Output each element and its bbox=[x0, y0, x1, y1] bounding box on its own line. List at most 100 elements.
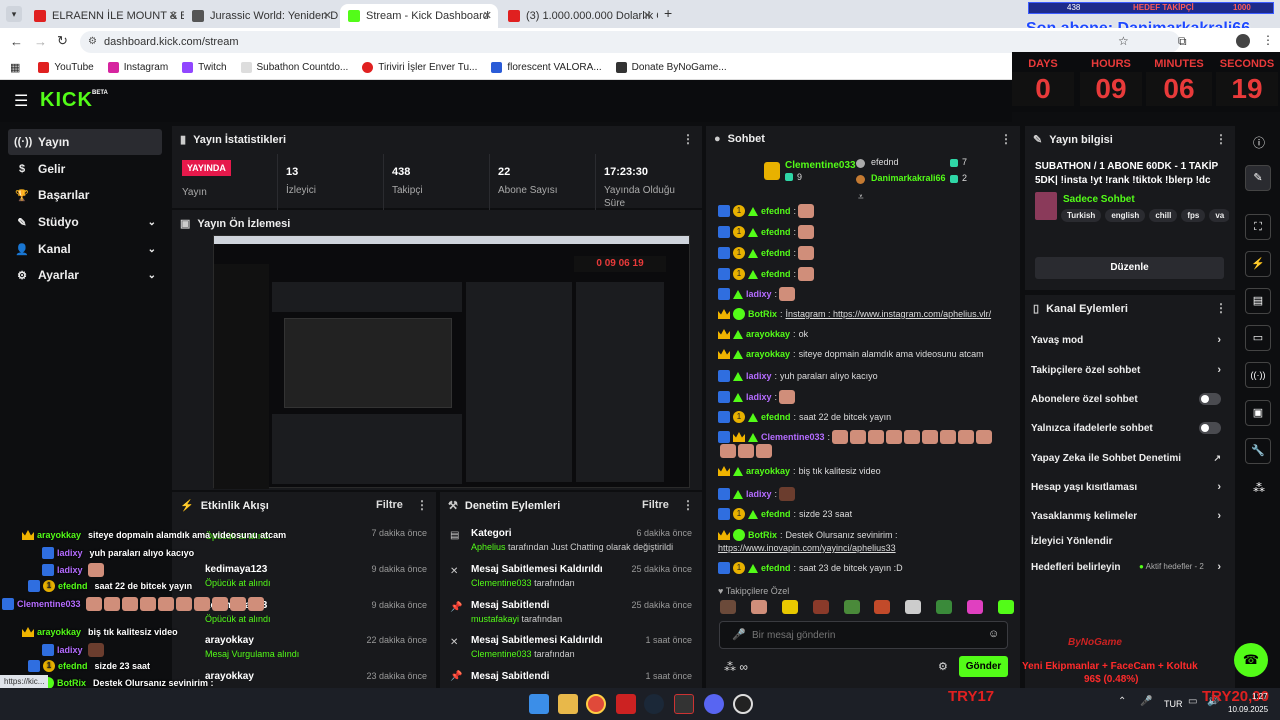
more-options-icon[interactable]: ⋮ bbox=[682, 498, 694, 512]
emote-only-toggle[interactable] bbox=[1199, 422, 1221, 434]
forward-icon[interactable]: → bbox=[34, 34, 47, 49]
close-icon[interactable]: ✕ bbox=[643, 9, 652, 22]
close-icon[interactable]: ✕ bbox=[483, 9, 492, 22]
wrench-icon[interactable]: 🔧 bbox=[1245, 438, 1271, 464]
tag-chip[interactable]: fps bbox=[1181, 209, 1206, 222]
stream-preview-video[interactable]: 0 09 06 19 bbox=[213, 235, 690, 489]
action-account-age[interactable]: Hesap yaşı kısıtlaması › bbox=[1031, 478, 1221, 496]
sidebar-item-basarilar[interactable]: 🏆 Başarılar bbox=[8, 182, 162, 208]
back-icon[interactable]: ← bbox=[10, 34, 23, 49]
monitor-icon[interactable]: ▣ bbox=[1245, 400, 1271, 426]
sidebar-item-ayarlar[interactable]: ⚙ Ayarlar ⌄ bbox=[8, 262, 162, 288]
sidebar-item-yayin[interactable]: ((·)) Yayın bbox=[8, 129, 162, 155]
action-followers-only[interactable]: Takipçilere özel sohbet › bbox=[1031, 361, 1221, 379]
chat-link[interactable]: https://www.inovapin.com/yayinci/apheliu… bbox=[718, 543, 896, 553]
moderation-filter-button[interactable]: Filtre bbox=[642, 499, 669, 511]
expand-chevron-icon[interactable]: ⩡ bbox=[858, 192, 864, 203]
kick-logo[interactable]: KICK bbox=[40, 89, 93, 112]
tab-list-icon[interactable]: ▾ bbox=[6, 6, 22, 22]
bookmark-youtube[interactable]: YouTube bbox=[38, 62, 94, 73]
obs-icon[interactable] bbox=[733, 694, 753, 714]
action-banned-words[interactable]: Yasaklanmış kelimeler › bbox=[1031, 507, 1221, 525]
tray-chevron-icon[interactable]: ⌃ bbox=[1118, 696, 1126, 707]
more-options-icon[interactable]: ⋮ bbox=[1215, 301, 1227, 315]
chat-settings-icon[interactable]: ⚙ bbox=[938, 660, 948, 673]
subs-only-toggle[interactable] bbox=[1199, 393, 1221, 405]
browser-tab-1[interactable]: ELRAENN İLE MOUNT & BLADE ✕ bbox=[26, 4, 184, 28]
bookmark-subathon[interactable]: Subathon Countdo... bbox=[240, 62, 348, 73]
bookmark-donate[interactable]: Donate ByNoGame... bbox=[615, 62, 727, 73]
chat-icon[interactable]: ▭ bbox=[1245, 325, 1271, 351]
close-icon[interactable]: ✕ bbox=[323, 9, 332, 22]
emote-icon[interactable] bbox=[812, 600, 829, 614]
emote-icon[interactable] bbox=[905, 600, 922, 614]
windows-start-icon[interactable] bbox=[529, 694, 549, 714]
emote-icon[interactable] bbox=[843, 600, 860, 614]
app-icon[interactable] bbox=[616, 694, 636, 714]
emote-icon[interactable] bbox=[936, 600, 953, 614]
extensions-icon[interactable]: ⧉ bbox=[1178, 34, 1187, 49]
site-info-icon[interactable]: ⚙ bbox=[88, 31, 97, 53]
sidebar-item-studyo[interactable]: ✎ Stüdyo ⌄ bbox=[8, 209, 162, 235]
emote-icon[interactable] bbox=[720, 600, 736, 614]
bookmark-instagram[interactable]: Instagram bbox=[107, 62, 168, 73]
app-icon[interactable] bbox=[674, 694, 694, 714]
close-icon[interactable]: ✕ bbox=[169, 9, 178, 22]
tag-chip[interactable]: Turkish bbox=[1061, 209, 1102, 222]
tag-chip[interactable]: english bbox=[1105, 209, 1146, 222]
steam-icon[interactable] bbox=[644, 694, 664, 714]
browser-tab-4[interactable]: (3) 1.000.000.000 Dolarlık Çikol ✕ bbox=[500, 4, 658, 28]
headset-support-icon[interactable]: ☎ bbox=[1234, 643, 1268, 677]
category-name[interactable]: Sadece Sohbet bbox=[1063, 194, 1135, 205]
chrome-icon[interactable] bbox=[586, 694, 606, 714]
file-explorer-icon[interactable] bbox=[558, 694, 578, 714]
clock-date[interactable]: 10.09.2025 bbox=[1228, 705, 1268, 714]
activity-filter-button[interactable]: Filtre bbox=[376, 499, 403, 511]
hamburger-menu-icon[interactable]: ☰ bbox=[14, 91, 28, 111]
bookmark-tiriviri[interactable]: Tiriviri İşler Enver Tu... bbox=[362, 62, 477, 73]
url-field[interactable]: ⚙ dashboard.kick.com/stream bbox=[80, 31, 1180, 53]
browser-tab-2[interactable]: Jurassic World: Yeniden Doğuş ✕ bbox=[184, 4, 338, 28]
clock-time[interactable]: 1:27 bbox=[1252, 692, 1268, 701]
language-indicator[interactable]: TUR bbox=[1164, 699, 1183, 709]
emoji-icon[interactable]: ☺ bbox=[988, 628, 999, 640]
emote-icon[interactable] bbox=[781, 600, 798, 614]
more-options-icon[interactable]: ⋮ bbox=[682, 132, 694, 146]
discord-icon[interactable] bbox=[704, 694, 724, 714]
tag-chip[interactable]: chill bbox=[1149, 209, 1178, 222]
apps-icon[interactable]: ⁂ bbox=[1253, 481, 1265, 495]
document-icon[interactable]: ▤ bbox=[1245, 288, 1271, 314]
menu-icon[interactable]: ⋮ bbox=[1262, 33, 1274, 47]
lightning-icon[interactable]: ⚡ bbox=[1245, 251, 1271, 277]
reload-icon[interactable]: ↻ bbox=[57, 33, 68, 49]
browser-tab-3-active[interactable]: Stream - Kick Dashboard ✕ bbox=[340, 4, 498, 28]
emote-icon[interactable] bbox=[874, 600, 891, 614]
more-options-icon[interactable]: ⋮ bbox=[1000, 132, 1012, 146]
sidebar-item-gelir[interactable]: $ Gelir bbox=[8, 156, 162, 182]
send-button[interactable]: Gönder bbox=[959, 656, 1008, 677]
more-options-icon[interactable]: ⋮ bbox=[416, 498, 428, 512]
apps-grid-icon[interactable]: ▦ bbox=[10, 61, 20, 74]
bookmark-twitch[interactable]: Twitch bbox=[182, 62, 227, 73]
action-raid[interactable]: İzleyici Yönlendir bbox=[1031, 532, 1221, 550]
emote-icon[interactable] bbox=[750, 600, 767, 614]
fullscreen-icon[interactable]: ⛶ bbox=[1245, 214, 1271, 240]
new-tab-icon[interactable]: + bbox=[664, 5, 672, 21]
network-icon[interactable]: ▭ bbox=[1188, 696, 1197, 707]
mic-icon[interactable]: 🎤 bbox=[732, 628, 746, 641]
action-ai-moderation[interactable]: Yapay Zeka ile Sohbet Denetimi ↗ bbox=[1031, 449, 1221, 467]
broadcast-icon[interactable]: ((·)) bbox=[1245, 362, 1271, 388]
emote-icon[interactable] bbox=[967, 600, 983, 614]
tag-chip[interactable]: va bbox=[1209, 209, 1229, 222]
bookmark-florescent[interactable]: florescent VALORA... bbox=[491, 62, 602, 73]
bookmark-star-icon[interactable]: ☆ bbox=[1118, 34, 1129, 48]
action-slow-mode[interactable]: Yavaş mod › bbox=[1031, 331, 1221, 349]
profile-avatar[interactable] bbox=[1236, 34, 1250, 48]
sidebar-item-kanal[interactable]: 👤 Kanal ⌄ bbox=[8, 236, 162, 262]
info-icon[interactable]: ⓘ bbox=[1253, 134, 1265, 151]
edit-button[interactable]: Düzenle bbox=[1035, 257, 1224, 279]
chat-tools-icon[interactable]: ⁂ ∞ bbox=[724, 660, 748, 674]
mic-tray-icon[interactable]: 🎤 bbox=[1140, 696, 1152, 707]
edit-icon[interactable]: ✎ bbox=[1245, 165, 1271, 191]
emote-icon[interactable] bbox=[997, 600, 1014, 614]
